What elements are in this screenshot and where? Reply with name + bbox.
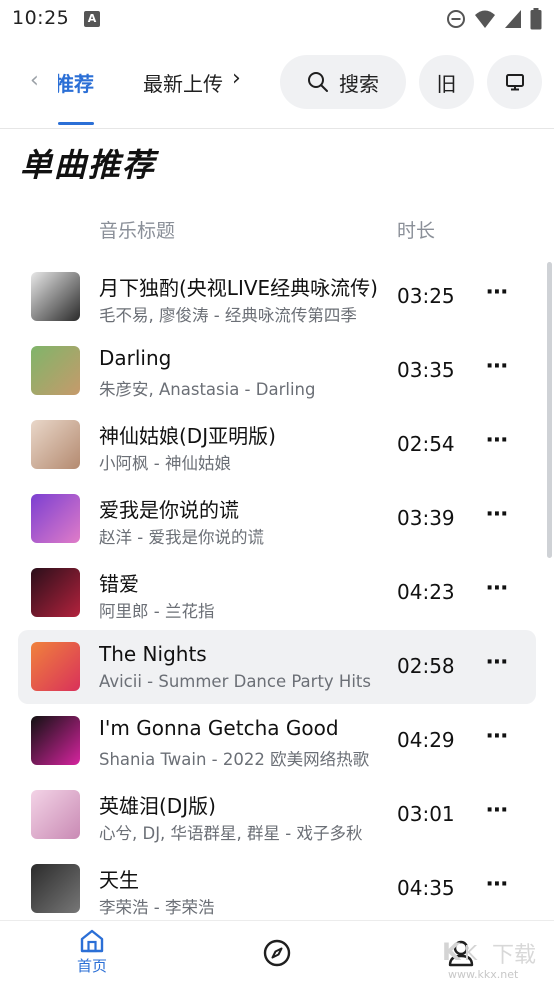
song-artist-album: 李荣浩 - 李荣浩 [99, 898, 215, 917]
album-cover [31, 568, 80, 617]
song-title: 神仙姑娘(DJ亚明版) [99, 424, 276, 448]
more-options-icon[interactable]: ⋯ [486, 502, 509, 527]
more-options-icon[interactable]: ⋯ [486, 650, 509, 675]
nav-discover[interactable] [262, 938, 292, 972]
header-divider [0, 128, 554, 129]
album-cover [31, 790, 80, 839]
compass-icon [263, 939, 291, 967]
status-icons [446, 8, 542, 30]
song-row-active[interactable]: The Nights Avicii - Summer Dance Party H… [18, 630, 536, 704]
song-duration: 02:54 [397, 432, 455, 456]
song-row[interactable]: 爱我是你说的谎 赵洋 - 爱我是你说的谎 03:39 ⋯ [18, 482, 536, 556]
battery-icon [530, 8, 542, 30]
status-time: 10:25 [12, 7, 70, 29]
album-cover [31, 642, 80, 691]
song-row[interactable]: 神仙姑娘(DJ亚明版) 小阿枫 - 神仙姑娘 02:54 ⋯ [18, 408, 536, 482]
status-bar: 10:25 A [0, 0, 554, 38]
album-cover [31, 864, 80, 913]
song-row[interactable]: 英雄泪(DJ版) 心兮, DJ, 华语群星, 群星 - 戏子多秋 03:01 ⋯ [18, 778, 536, 852]
album-cover [31, 494, 80, 543]
monitor-icon [505, 74, 524, 91]
song-title: 天生 [99, 868, 139, 892]
song-artist-album: 赵洋 - 爱我是你说的谎 [99, 528, 264, 547]
song-title: The Nights [99, 642, 207, 666]
tab-recommend[interactable]: 推荐 [58, 68, 94, 102]
notification-icon: A [84, 11, 100, 27]
song-row[interactable]: 错爱 阿里郎 - 兰花指 04:23 ⋯ [18, 556, 536, 630]
tab-scroll-left-icon[interactable]: ‹ [30, 68, 39, 93]
song-artist-album: 小阿枫 - 神仙姑娘 [99, 454, 231, 473]
song-duration: 04:35 [397, 876, 455, 900]
song-title: Darling [99, 346, 172, 370]
watermark-url: www.kkx.net [448, 968, 519, 981]
more-options-icon[interactable]: ⋯ [486, 576, 509, 601]
song-artist-album: Avicii - Summer Dance Party Hits [99, 672, 371, 691]
svg-text:下载: 下载 [492, 943, 536, 968]
song-artist-album: 朱彦安, Anastasia - Darling [99, 380, 316, 399]
dnd-icon [447, 10, 465, 28]
svg-text:K: K [442, 938, 462, 966]
tv-mode-button[interactable] [487, 55, 542, 109]
song-artist-album: Shania Twain - 2022 欧美网络热歌 [99, 750, 370, 769]
wifi-icon [475, 10, 495, 28]
song-list: 月下独酌(央视LIVE经典咏流传) 毛不易, 廖俊涛 - 经典咏流传第四季 03… [18, 260, 536, 926]
song-title: 爱我是你说的谎 [99, 498, 239, 522]
section-title: 单曲推荐 [20, 146, 157, 184]
album-cover [31, 272, 80, 321]
nav-home-label: 首页 [76, 957, 107, 975]
column-header-title: 音乐标题 [99, 220, 176, 242]
song-row[interactable]: 天生 李荣浩 - 李荣浩 04:35 ⋯ [18, 852, 536, 926]
song-title: 错爱 [99, 572, 139, 596]
more-options-icon[interactable]: ⋯ [486, 798, 509, 823]
old-version-button[interactable]: 旧 [419, 55, 474, 109]
song-duration: 03:01 [397, 802, 455, 826]
site-watermark: K K 下载 www.kkx.net [442, 938, 536, 981]
song-row[interactable]: 月下独酌(央视LIVE经典咏流传) 毛不易, 廖俊涛 - 经典咏流传第四季 03… [18, 260, 536, 334]
album-cover [31, 716, 80, 765]
song-title: 月下独酌(央视LIVE经典咏流传) [99, 276, 378, 300]
song-artist-album: 毛不易, 廖俊涛 - 经典咏流传第四季 [99, 306, 357, 325]
more-options-icon[interactable]: ⋯ [486, 872, 509, 897]
song-duration: 04:29 [397, 728, 455, 752]
song-duration: 03:35 [397, 358, 455, 382]
signal-icon [505, 10, 521, 28]
song-row[interactable]: I'm Gonna Getcha Good Shania Twain - 202… [18, 704, 536, 778]
song-duration: 03:39 [397, 506, 455, 530]
old-version-label: 旧 [436, 71, 457, 96]
tab-latest[interactable]: 最新上传 [143, 68, 223, 97]
song-row[interactable]: Darling 朱彦安, Anastasia - Darling 03:35 ⋯ [18, 334, 536, 408]
song-duration: 02:58 [397, 654, 455, 678]
more-options-icon[interactable]: ⋯ [486, 724, 509, 749]
more-options-icon[interactable]: ⋯ [486, 280, 509, 305]
nav-home[interactable]: 首页 [72, 929, 112, 976]
song-duration: 04:23 [397, 580, 455, 604]
top-header: ‹ 推荐 最新上传 › 搜索 旧 [0, 38, 554, 128]
svg-text:K: K [464, 941, 478, 965]
tab-scroll-right-icon[interactable]: › [232, 66, 241, 91]
song-title: I'm Gonna Getcha Good [99, 716, 339, 740]
more-options-icon[interactable]: ⋯ [486, 428, 509, 453]
song-duration: 03:25 [397, 284, 455, 308]
album-cover [31, 420, 80, 469]
album-cover [31, 346, 80, 395]
tab-active-indicator [58, 122, 94, 125]
song-artist-album: 阿里郎 - 兰花指 [99, 602, 215, 621]
song-title: 英雄泪(DJ版) [99, 794, 216, 818]
search-label: 搜索 [339, 71, 379, 96]
search-button[interactable]: 搜索 [280, 55, 406, 109]
column-header-duration: 时长 [397, 220, 436, 242]
search-icon [308, 72, 328, 92]
home-icon [80, 929, 104, 953]
tab-recommend-label: 推荐 [58, 72, 94, 96]
more-options-icon[interactable]: ⋯ [486, 354, 509, 379]
song-artist-album: 心兮, DJ, 华语群星, 群星 - 戏子多秋 [99, 824, 363, 843]
list-scrollbar[interactable] [547, 262, 552, 558]
